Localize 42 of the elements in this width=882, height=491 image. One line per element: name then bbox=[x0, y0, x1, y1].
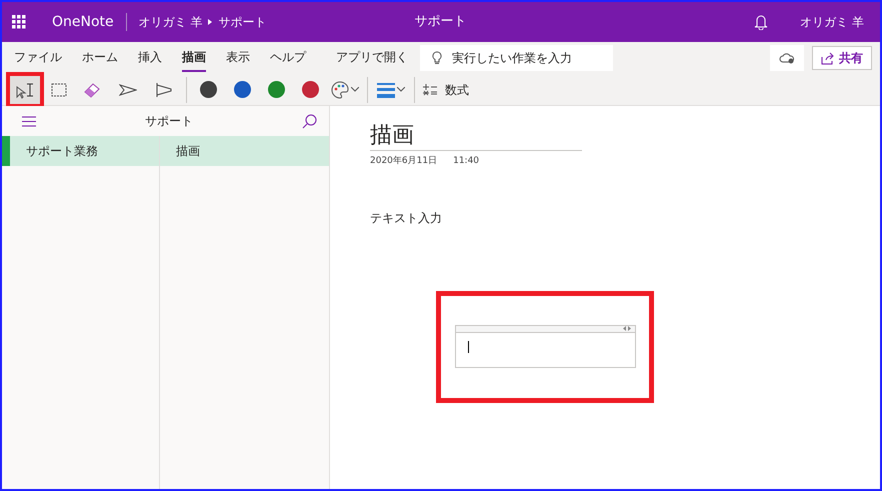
ribbon-tab[interactable]: アプリで開く bbox=[336, 44, 408, 72]
notebook-title: サポート bbox=[144, 113, 194, 130]
chevron-down-icon bbox=[397, 87, 405, 92]
ribbon-tab[interactable]: ファイル bbox=[14, 44, 62, 72]
menu-icon[interactable] bbox=[22, 116, 36, 126]
bell-icon[interactable] bbox=[754, 14, 768, 30]
breadcrumb-item[interactable]: オリガミ 羊 bbox=[138, 13, 202, 31]
palette-icon bbox=[331, 80, 349, 98]
section-item[interactable]: サポート業務 bbox=[10, 136, 159, 166]
document-title: サポート bbox=[414, 13, 466, 32]
share-button[interactable]: 共有 bbox=[812, 46, 872, 70]
math-symbols-icon bbox=[423, 82, 437, 96]
dashed-rectangle-icon bbox=[51, 82, 67, 96]
user-name[interactable]: オリガミ 羊 bbox=[800, 13, 864, 31]
page-title[interactable]: 描画 bbox=[370, 122, 582, 151]
cursor-text-icon bbox=[15, 80, 35, 98]
pen-icon bbox=[119, 84, 137, 96]
cloud-icon bbox=[779, 52, 795, 64]
search-icon[interactable] bbox=[302, 114, 317, 128]
page-item[interactable]: 描画 bbox=[160, 136, 329, 166]
line-thickness-icon bbox=[377, 82, 395, 98]
sync-status-button[interactable] bbox=[770, 45, 804, 71]
ribbon-tab[interactable]: ヘルプ bbox=[270, 44, 306, 72]
text-select-tool[interactable] bbox=[6, 72, 44, 108]
chevron-right-icon bbox=[208, 19, 212, 25]
lightbulb-icon bbox=[432, 51, 442, 65]
math-button[interactable]: 数式 bbox=[423, 80, 469, 98]
app-name[interactable]: OneNote bbox=[52, 12, 114, 32]
resize-handle-icon[interactable] bbox=[622, 326, 630, 331]
eraser-icon bbox=[83, 82, 101, 98]
breadcrumb-item[interactable]: サポート bbox=[218, 13, 266, 31]
ribbon-tab[interactable]: 挿入 bbox=[138, 44, 162, 72]
page-time: 11:40 bbox=[453, 155, 480, 168]
ribbon-tab[interactable]: ホーム bbox=[82, 44, 118, 72]
highlighter-icon bbox=[155, 82, 173, 98]
page-date: 2020年6月11日 bbox=[370, 155, 438, 168]
chevron-down-icon bbox=[351, 87, 359, 92]
ribbon-tab[interactable]: 描画 bbox=[182, 44, 206, 72]
note-text[interactable]: テキスト入力 bbox=[370, 208, 442, 226]
search-field[interactable]: 実行したい作業を入力 bbox=[420, 45, 613, 71]
share-icon bbox=[821, 52, 835, 64]
ribbon-tab[interactable]: 表示 bbox=[226, 44, 250, 72]
